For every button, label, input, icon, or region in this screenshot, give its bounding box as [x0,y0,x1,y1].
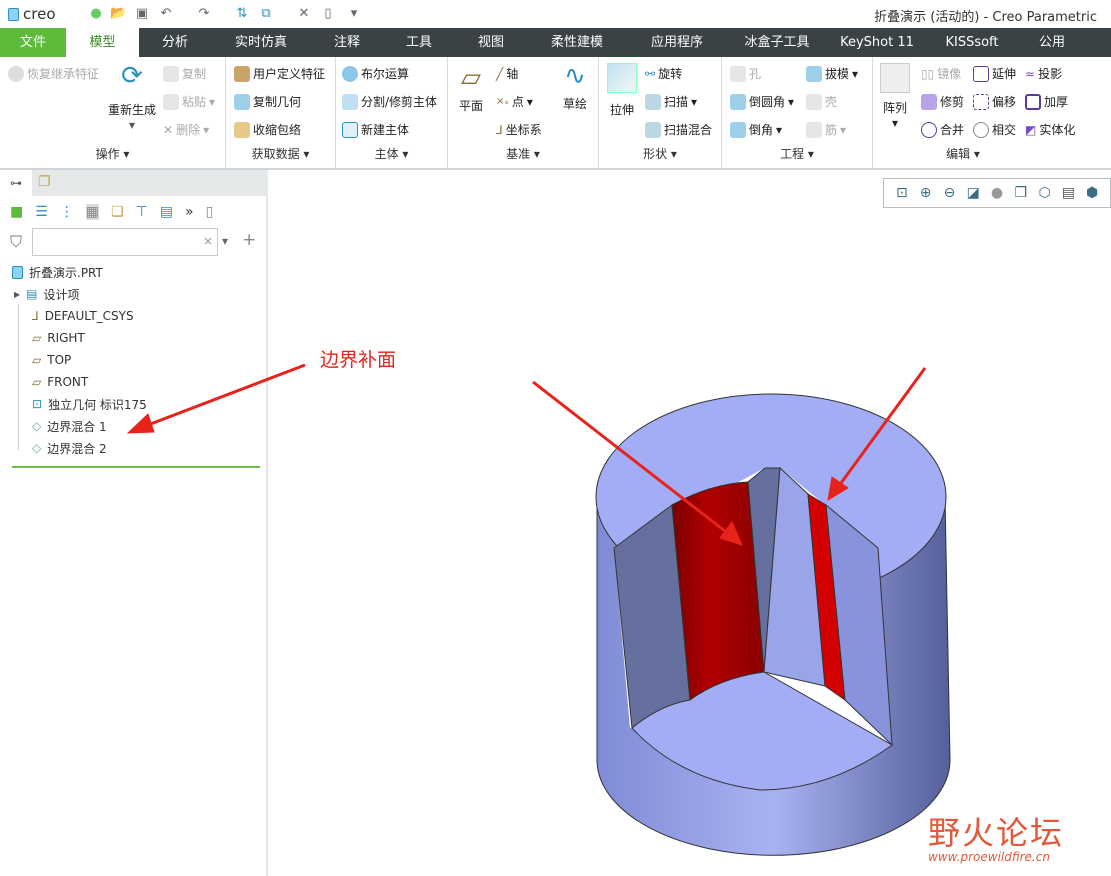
cylinder-model[interactable] [595,393,951,856]
watermark-url: www.proewildfire.cn [928,850,1050,864]
watermark-logo: 野火论坛 [928,814,1065,852]
arrowhead [126,413,155,434]
arrow-to-tree [139,363,306,430]
model-canvas [126,363,951,856]
annotation-label: 边界补面 [320,349,397,371]
